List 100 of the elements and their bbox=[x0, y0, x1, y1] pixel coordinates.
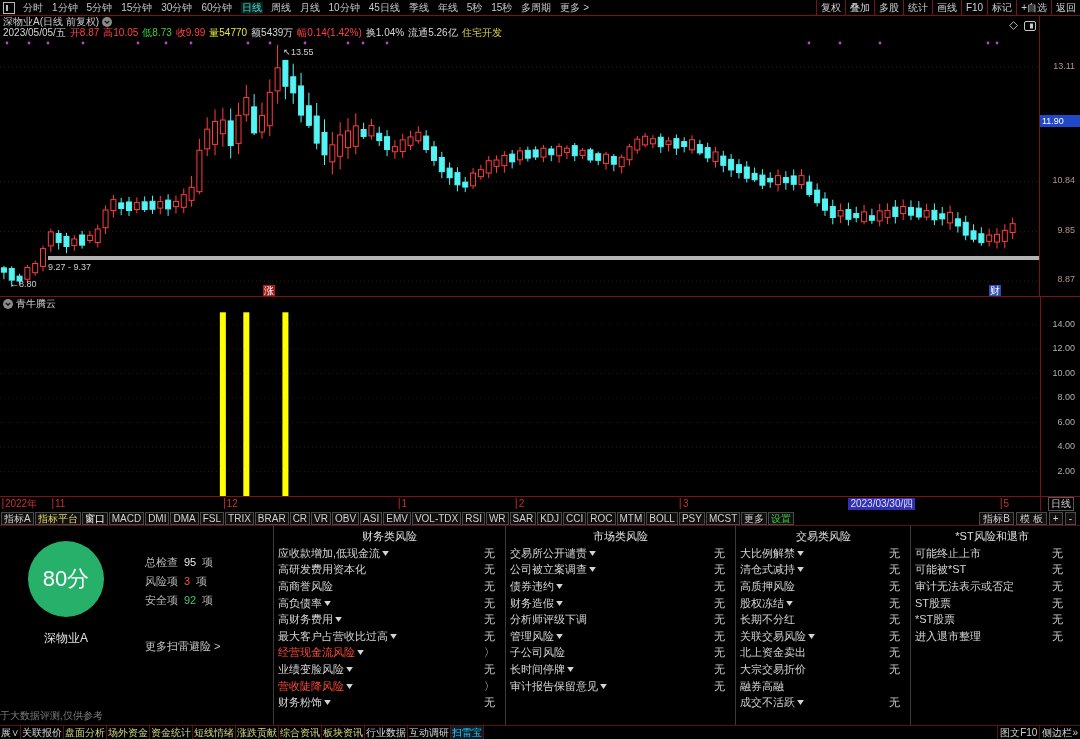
caret-icon[interactable] bbox=[346, 683, 353, 689]
risk-item[interactable]: 关联交易风险 bbox=[740, 629, 806, 643]
caret-icon[interactable] bbox=[556, 633, 563, 639]
risk-item[interactable]: 管理风险 bbox=[510, 629, 554, 643]
indicator-tab[interactable]: BOLL bbox=[646, 511, 678, 525]
caret-icon[interactable] bbox=[324, 700, 331, 706]
risk-item[interactable]: 审计无法表示或否定 bbox=[915, 580, 1014, 593]
event-marker[interactable]: 财 bbox=[989, 285, 1001, 296]
risk-item[interactable]: 业绩变脸风险 bbox=[278, 662, 344, 676]
risk-item[interactable]: 债券违约 bbox=[510, 580, 554, 593]
caret-icon[interactable] bbox=[357, 650, 364, 656]
bottom-tab[interactable]: 场外资金 bbox=[107, 726, 150, 739]
indicator-tab[interactable]: WR bbox=[485, 511, 509, 525]
period-tab[interactable]: 月线 bbox=[298, 1, 321, 14]
indicator-tab[interactable]: CCI bbox=[563, 511, 587, 525]
risk-item[interactable]: 公司被立案调查 bbox=[510, 563, 587, 577]
risk-item[interactable]: 长期不分红 bbox=[740, 613, 795, 627]
risk-item[interactable]: 长时间停牌 bbox=[510, 662, 565, 676]
caret-icon[interactable] bbox=[797, 550, 804, 556]
risk-item[interactable]: 高负债率 bbox=[278, 596, 322, 610]
dropdown-icon[interactable] bbox=[102, 16, 113, 27]
indicator-tab[interactable]: 设置 bbox=[768, 511, 795, 525]
risk-item[interactable]: 高质押风险 bbox=[740, 580, 795, 593]
indicator-tab[interactable]: MCST bbox=[705, 511, 741, 525]
more-scan-link[interactable]: 更多扫雷避险 > bbox=[145, 640, 221, 653]
indicator-tab[interactable]: 指标A bbox=[1, 511, 34, 525]
risk-item[interactable]: 大宗交易折价 bbox=[740, 662, 806, 676]
toolbar-button[interactable]: 复权 bbox=[815, 0, 845, 15]
period-tab[interactable]: 年线 bbox=[436, 1, 459, 14]
period-tab[interactable]: 15分钟 bbox=[120, 1, 154, 14]
caret-icon[interactable] bbox=[797, 700, 804, 706]
risk-item[interactable]: 高财务费用 bbox=[278, 613, 333, 627]
indicator-tab[interactable]: DMA bbox=[170, 511, 199, 525]
indicator-tab[interactable]: TRIX bbox=[225, 511, 254, 525]
period-tab[interactable]: 45日线 bbox=[367, 1, 401, 14]
caret-icon[interactable] bbox=[335, 617, 342, 623]
indicator-tab[interactable]: ROC bbox=[587, 511, 616, 525]
period-tab[interactable]: 分时 bbox=[22, 1, 44, 14]
risk-item[interactable]: 融券高融 bbox=[740, 679, 784, 693]
period-tab[interactable]: 季线 bbox=[407, 1, 430, 14]
bottom-tab[interactable]: 关联报价 bbox=[21, 726, 64, 739]
indicator-tab[interactable]: EMV bbox=[383, 511, 411, 525]
caret-icon[interactable] bbox=[346, 666, 353, 672]
window-icon[interactable] bbox=[1024, 20, 1036, 31]
indicator-tab[interactable]: KDJ bbox=[537, 511, 563, 525]
indicator-tab[interactable]: 更多 bbox=[741, 511, 768, 525]
bottom-tab[interactable]: 涨跌贡献 bbox=[236, 726, 279, 739]
period-tab[interactable]: 更多 > bbox=[559, 1, 591, 14]
caret-icon[interactable] bbox=[556, 600, 563, 606]
toolbar-button[interactable]: F10 bbox=[960, 0, 988, 15]
period-tab[interactable]: 10分钟 bbox=[327, 1, 361, 14]
period-tab[interactable]: 5分钟 bbox=[85, 1, 114, 14]
indicator-tab[interactable]: - bbox=[1064, 511, 1076, 525]
period-tab[interactable]: 多周期 bbox=[520, 1, 553, 14]
indicator-tab[interactable]: OBV bbox=[332, 511, 360, 525]
risk-item[interactable]: 应收款增加,低现金流 bbox=[278, 546, 381, 560]
panel-toggle-icon[interactable] bbox=[3, 1, 15, 14]
caret-icon[interactable] bbox=[786, 600, 793, 606]
period-tab[interactable]: 30分钟 bbox=[160, 1, 194, 14]
indicator-tab[interactable]: BRAR bbox=[254, 511, 289, 525]
risk-item[interactable]: 北上资金卖出 bbox=[740, 646, 806, 660]
risk-item[interactable]: 财务粉饰 bbox=[278, 696, 322, 710]
toolbar-button[interactable]: 画线 bbox=[931, 0, 961, 15]
caret-icon[interactable] bbox=[589, 550, 596, 556]
toolbar-button[interactable]: 返回 bbox=[1051, 0, 1080, 15]
caret-icon[interactable] bbox=[808, 633, 815, 639]
indicator-tab[interactable]: 窗口 bbox=[81, 511, 108, 525]
indicator-tab[interactable]: + bbox=[1048, 511, 1063, 525]
side-button[interactable]: 图文F10 bbox=[997, 726, 1040, 739]
risk-item[interactable]: 成交不活跃 bbox=[740, 696, 795, 710]
toolbar-button[interactable]: 统计 bbox=[902, 0, 932, 15]
bottom-tab[interactable]: 短线情绪 bbox=[193, 726, 236, 739]
indicator-tab[interactable]: ASI bbox=[360, 511, 383, 525]
toolbar-button[interactable]: 多股 bbox=[873, 0, 903, 15]
risk-item[interactable]: ST股票 bbox=[915, 596, 952, 610]
risk-item[interactable]: 可能被*ST bbox=[915, 563, 967, 577]
risk-item[interactable]: 最大客户占营收比过高 bbox=[278, 629, 388, 643]
caret-icon[interactable] bbox=[600, 683, 607, 689]
risk-item[interactable]: 清仓式减持 bbox=[740, 563, 795, 577]
caret-icon[interactable] bbox=[556, 584, 563, 589]
period-tab[interactable]: 1分钟 bbox=[51, 1, 79, 14]
indicator-tab[interactable]: CR bbox=[289, 511, 311, 525]
indicator-tab[interactable]: PSY bbox=[678, 511, 705, 525]
caret-icon[interactable] bbox=[324, 600, 331, 606]
indicator-tab[interactable]: VOL-TDX bbox=[411, 511, 462, 525]
bottom-tab[interactable]: 资金统计 bbox=[150, 726, 193, 739]
risk-item[interactable]: 子公司风险 bbox=[510, 646, 565, 660]
toolbar-button[interactable]: +自选 bbox=[1016, 0, 1051, 15]
indicator-tab[interactable]: DMI bbox=[145, 511, 170, 525]
period-tab[interactable]: 60分钟 bbox=[200, 1, 234, 14]
bottom-tab[interactable]: 综合资讯 bbox=[279, 726, 322, 739]
bottom-tab[interactable]: 行业数据 bbox=[365, 726, 408, 739]
indicator-tab[interactable]: MTM bbox=[616, 511, 646, 525]
indicator-tab[interactable]: MACD bbox=[108, 511, 145, 525]
caret-icon[interactable] bbox=[382, 550, 390, 556]
risk-item[interactable]: 营收陡降风险 bbox=[278, 679, 344, 693]
bottom-tab[interactable]: 展∨ bbox=[0, 726, 21, 739]
toolbar-button[interactable]: 标记 bbox=[987, 0, 1017, 15]
caret-icon[interactable] bbox=[589, 567, 596, 573]
risk-item[interactable]: 股权冻结 bbox=[740, 596, 784, 610]
